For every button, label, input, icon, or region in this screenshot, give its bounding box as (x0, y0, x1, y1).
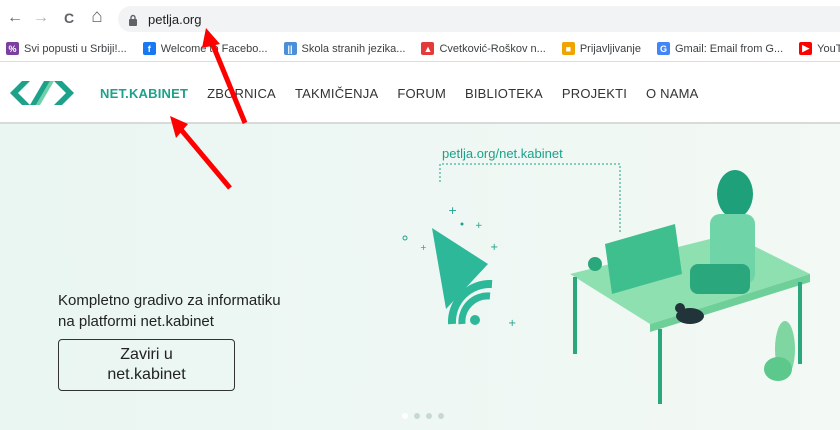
bookmark-label: Skola stranih jezika... (301, 42, 406, 55)
carousel-dot[interactable] (402, 413, 408, 419)
bookmark-favicon-icon: G (656, 42, 670, 55)
cta-button[interactable]: Zaviri u net.kabinet (58, 339, 235, 391)
bookmark-favicon-icon: ▲ (421, 42, 435, 55)
hero-text-line1: Kompletno gradivo za informatiku (58, 292, 281, 309)
home-icon[interactable]: ⌂ (86, 6, 108, 28)
site-header: NET.KABINET ZBORNICA TAKMIČENJA FORUM BIBLIO… (0, 62, 840, 124)
bookmarks-bar: %Svi popusti u Srbiji!...fWelcome to Fac… (0, 36, 840, 62)
hero-banner: petlja.org/net.kabinet + + + + + Komplet… (0, 124, 840, 430)
bookmark-item[interactable]: % Svi popusti u Srbiji!... (6, 42, 127, 55)
svg-text:+: + (475, 221, 483, 231)
bookmark-label: Svi popusti u Srbiji!... (24, 42, 127, 55)
carousel-dots (402, 413, 450, 419)
url-text: petlja.org (148, 11, 202, 27)
hero-illustration: + + + + + (402, 163, 810, 404)
bookmark-favicon-icon: ■ (561, 42, 575, 55)
petlja-logo[interactable] (10, 79, 74, 107)
forward-icon[interactable]: → (30, 7, 52, 29)
bookmark-favicon-icon: || (283, 42, 297, 55)
bookmark-item[interactable]: ■ Prijavljivanje (561, 42, 641, 55)
bookmark-item[interactable]: || Skola stranih jezika... (283, 42, 406, 55)
bookmark-label: Prijavljivanje (579, 42, 641, 55)
bookmark-item[interactable]: ▶ YouTub (799, 42, 840, 55)
carousel-dot[interactable] (438, 413, 444, 419)
bookmark-item[interactable]: G Gmail: Email from G... (656, 42, 784, 55)
red-arrow-annotations (170, 28, 248, 190)
back-icon[interactable]: ← (4, 7, 26, 29)
menu-item-takmi-enja[interactable]: TAKMIČENJA (295, 86, 378, 101)
bookmark-favicon-icon: % (6, 42, 19, 55)
svg-text:+: + (420, 243, 427, 252)
svg-text:+: + (490, 242, 498, 253)
cta-line2: net.kabinet (107, 366, 186, 383)
browser-toolbar: ← → C ⌂ petlja.org (0, 0, 840, 36)
bookmark-item[interactable]: ▲ Cvetković-Roškov n... (421, 42, 546, 55)
bookmark-label: YouTub (817, 42, 840, 55)
hero-headline: Kompletno gradivo za informatiku na plat… (58, 290, 338, 332)
cta-line1: Zaviri u (120, 346, 173, 363)
svg-text:+: + (508, 318, 516, 329)
bookmark-label: Cvetković-Roškov n... (439, 42, 546, 55)
bookmark-favicon-icon: ▶ (799, 42, 813, 55)
hero-text-line2: na platformi net.kabinet (58, 313, 214, 330)
carousel-dot[interactable] (426, 413, 432, 419)
menu-item-forum[interactable]: FORUM (397, 86, 446, 101)
menu-item-projekti[interactable]: PROJEKTI (562, 86, 627, 101)
svg-text:+: + (448, 204, 457, 217)
menu-item-o-nama[interactable]: O NAMA (646, 86, 698, 101)
carousel-dot[interactable] (414, 413, 420, 419)
menu-item-biblioteka[interactable]: BIBLIOTEKA (465, 86, 543, 101)
lock-icon (128, 13, 138, 26)
reload-icon[interactable]: C (58, 7, 80, 29)
bookmark-label: Gmail: Email from G... (674, 42, 784, 55)
